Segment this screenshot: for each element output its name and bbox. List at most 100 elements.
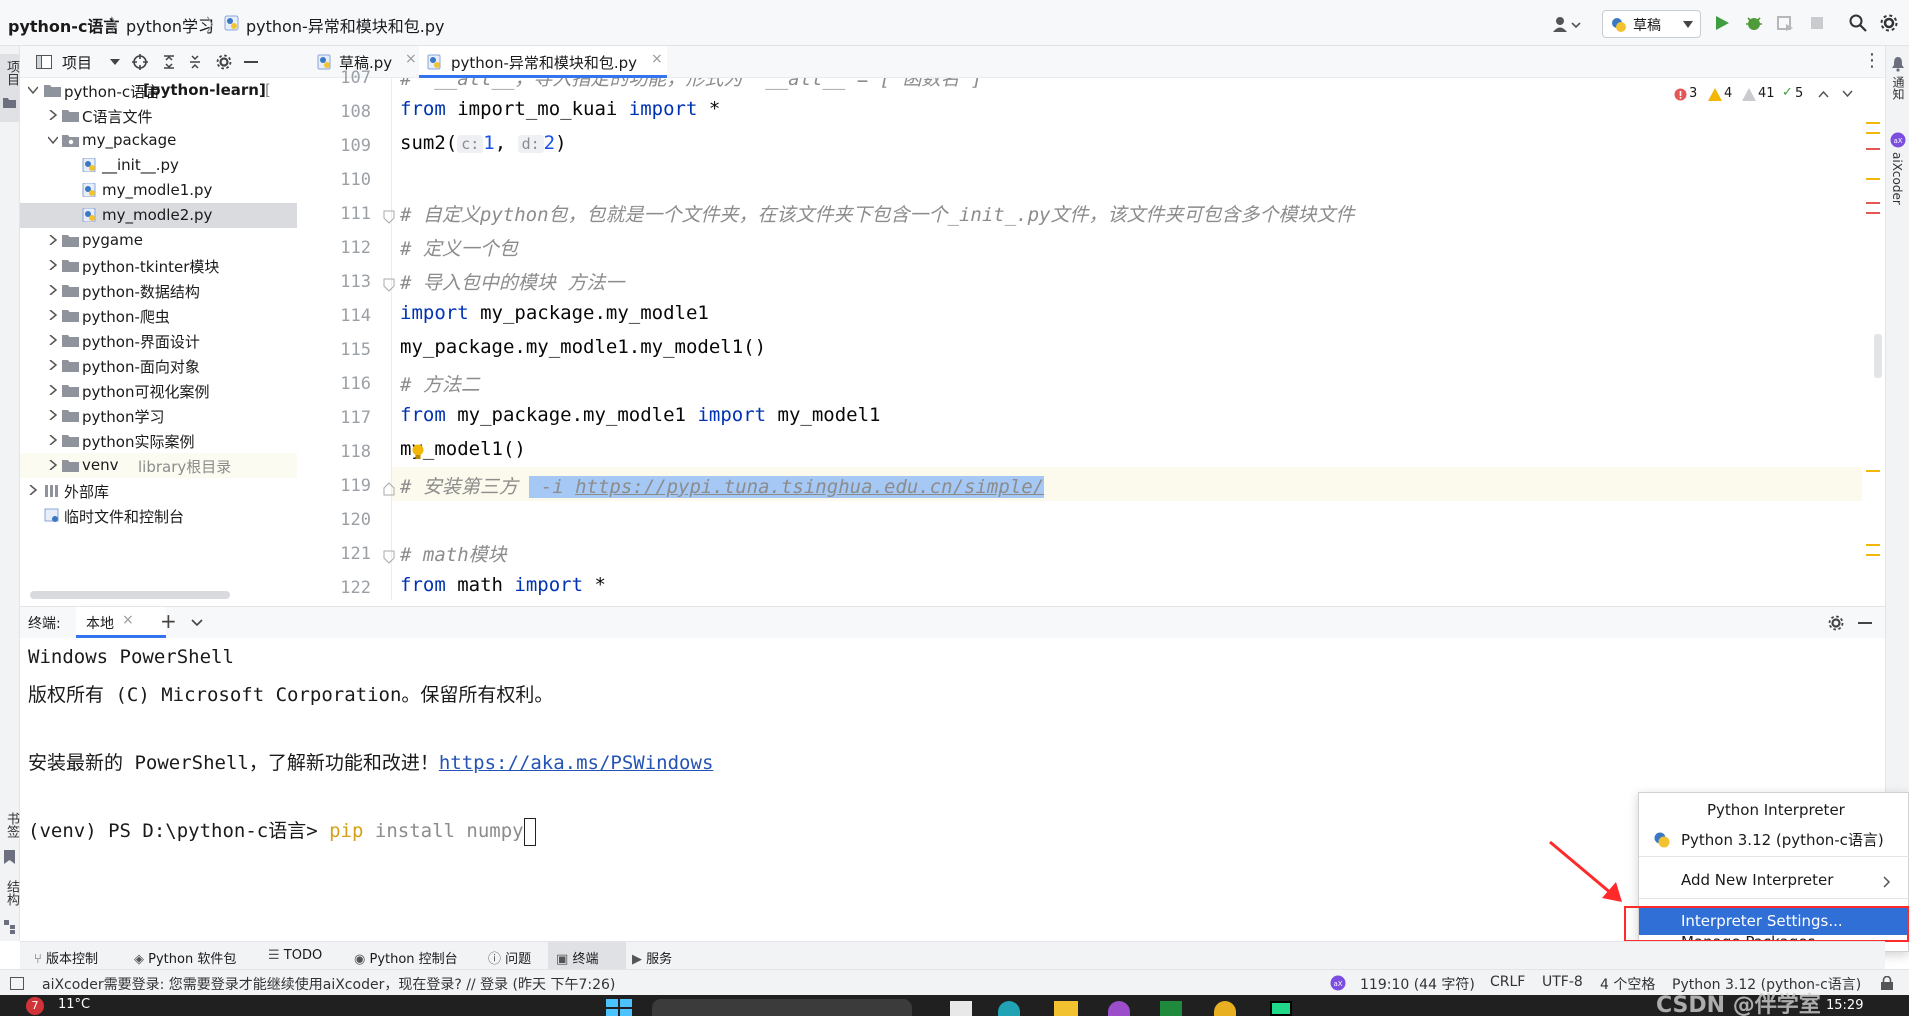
- tree-item-folder[interactable]: python-数据结构: [20, 278, 297, 303]
- tool-python-packages[interactable]: ◈ Python 软件包: [134, 948, 236, 967]
- tool-todo[interactable]: ☰ TODO: [268, 948, 322, 963]
- gear-icon[interactable]: [1828, 615, 1844, 631]
- folder-icon: [44, 85, 61, 97]
- stop-icon[interactable]: [1810, 16, 1824, 30]
- tool-problems[interactable]: ⓘ 问题: [488, 948, 531, 967]
- interpreter-item-current[interactable]: Python 3.12 (python-c语言): [1639, 823, 1909, 855]
- tool-version-control[interactable]: ⑂ 版本控制: [34, 948, 98, 967]
- horizontal-scrollbar[interactable]: [30, 591, 230, 599]
- line-number: 107: [340, 68, 371, 88]
- clock: 15:29: [1826, 998, 1864, 1013]
- tree-item-external-libraries[interactable]: 外部库: [20, 478, 297, 503]
- error-stripe[interactable]: [1862, 78, 1885, 600]
- more-tabs-icon[interactable]: ⋮: [1863, 50, 1881, 71]
- structure-icon: [4, 920, 15, 934]
- aixcoder-icon[interactable]: aX: [1330, 975, 1346, 991]
- chevron-down-icon[interactable]: [1842, 90, 1853, 98]
- close-icon[interactable]: ×: [651, 51, 663, 67]
- code-line: import my_package.my_modle1: [400, 302, 709, 324]
- taskbar-app-icon[interactable]: [950, 1001, 972, 1016]
- taskbar-pycharm-icon[interactable]: [1270, 1001, 1292, 1016]
- gear-icon[interactable]: [216, 54, 232, 70]
- account-icon[interactable]: [1552, 15, 1582, 33]
- tree-item-folder[interactable]: python-tkinter模块: [20, 253, 297, 278]
- line-number: 113: [340, 272, 371, 292]
- close-icon[interactable]: ×: [122, 612, 134, 628]
- breadcrumb-file[interactable]: python-异常和模块和包.py: [246, 13, 444, 37]
- taskbar-folder-icon[interactable]: [1054, 1001, 1078, 1016]
- run-icon[interactable]: [1714, 15, 1730, 31]
- taskbar-search-box[interactable]: [652, 999, 912, 1016]
- locate-icon[interactable]: [132, 54, 148, 70]
- minimize-icon[interactable]: [1858, 622, 1872, 624]
- weather-badge[interactable]: 7: [26, 997, 44, 1015]
- panel-toggle-icon[interactable]: [10, 977, 24, 990]
- tree-item-file[interactable]: my_modle1.py: [20, 178, 297, 203]
- tree-item-folder[interactable]: pygame: [20, 228, 297, 253]
- tree-item-folder[interactable]: python可视化案例: [20, 378, 297, 403]
- debug-icon[interactable]: [1745, 14, 1763, 32]
- project-stripe-button[interactable]: 项目: [0, 54, 19, 122]
- vertical-scrollbar[interactable]: [1874, 334, 1882, 378]
- chevron-up-icon[interactable]: [1818, 90, 1829, 98]
- add-terminal-icon[interactable]: +: [160, 609, 177, 633]
- status-message[interactable]: aiXcoder需要登录: 您需要登录才能继续使用aiXcoder，现在登录? …: [42, 974, 615, 994]
- tree-item-folder[interactable]: python-界面设计: [20, 328, 297, 353]
- tool-services[interactable]: ▶ 服务: [632, 948, 672, 967]
- run-configuration-selector[interactable]: 草稿: [1602, 10, 1701, 38]
- tab-current-file[interactable]: python-异常和模块和包.py ×: [419, 46, 667, 78]
- chevron-down-icon[interactable]: [191, 619, 203, 627]
- python-file-icon: [427, 54, 441, 70]
- python-file-icon: [224, 15, 239, 31]
- error-marker: [1866, 148, 1880, 150]
- tree-item-folder[interactable]: python-爬虫: [20, 303, 297, 328]
- code-line: # 导入包中的模块 方法一: [400, 272, 625, 294]
- inspection-widget[interactable]: 3 4 41 ✓ 5: [1674, 84, 1862, 106]
- tree-item-file-selected[interactable]: my_modle2.py: [20, 203, 297, 228]
- taskbar-app-icon[interactable]: [1108, 1001, 1130, 1016]
- file-encoding[interactable]: UTF-8: [1542, 974, 1583, 990]
- bookmarks-stripe-button[interactable]: 书签: [0, 806, 19, 874]
- code-editor[interactable]: # __all__，导入指定的功能，形式为 __all__ = ['函数名'] …: [392, 78, 1862, 600]
- taskbar-app-icon[interactable]: [998, 1001, 1020, 1016]
- tree-item-file[interactable]: __init__.py: [20, 153, 297, 178]
- breadcrumb-project[interactable]: python-c语言: [8, 13, 119, 37]
- lightbulb-icon[interactable]: [411, 443, 425, 461]
- tool-python-console[interactable]: ◉ Python 控制台: [354, 948, 458, 967]
- python-file-icon: [82, 183, 96, 197]
- tree-item-folder[interactable]: python实际案例: [20, 428, 297, 453]
- aixcoder-stripe-button[interactable]: aX aiXcoder: [1888, 130, 1908, 250]
- add-interpreter-item[interactable]: Add New Interpreter: [1639, 865, 1909, 897]
- start-icon[interactable]: [606, 999, 632, 1016]
- tree-item-folder[interactable]: C语言文件: [20, 103, 297, 128]
- close-icon[interactable]: ×: [405, 51, 417, 67]
- tree-item-package[interactable]: my_package: [20, 128, 297, 153]
- tree-item-scratches[interactable]: 临时文件和控制台: [20, 503, 297, 528]
- structure-stripe-button[interactable]: 结构: [0, 876, 19, 946]
- minimize-icon[interactable]: [244, 61, 258, 63]
- taskbar-app-icon[interactable]: [1160, 1001, 1182, 1016]
- gear-icon[interactable]: [1880, 14, 1898, 32]
- tree-item-folder[interactable]: python-面向对象: [20, 353, 297, 378]
- notifications-stripe-button[interactable]: 通知: [1888, 54, 1908, 110]
- cursor-position[interactable]: 119:10 (44 字符): [1360, 974, 1475, 994]
- indent-setting[interactable]: 4 个空格: [1600, 974, 1655, 994]
- breadcrumb-folder[interactable]: python学习: [126, 13, 214, 37]
- code-line: # 方法二: [400, 374, 480, 396]
- coverage-icon[interactable]: [1776, 15, 1794, 31]
- project-panel-title[interactable]: 项目: [62, 52, 92, 73]
- tree-item-root[interactable]: python-c语言 [python-learn] [: [20, 78, 297, 103]
- chevron-down-icon[interactable]: [110, 59, 120, 66]
- line-separator[interactable]: CRLF: [1490, 974, 1525, 990]
- collapse-all-icon[interactable]: [188, 54, 202, 70]
- terminal-link[interactable]: https://aka.ms/PSWindows: [439, 752, 714, 774]
- tree-item-folder[interactable]: python学习: [20, 403, 297, 428]
- tree-item-folder-venv[interactable]: venv library根目录: [20, 453, 297, 478]
- search-icon[interactable]: [1849, 14, 1867, 32]
- lock-icon[interactable]: [1880, 976, 1894, 990]
- warning-marker: [1866, 544, 1880, 546]
- terminal-tab-local[interactable]: 本地 ×: [76, 607, 166, 638]
- expand-all-icon[interactable]: [162, 54, 176, 70]
- taskbar-app-icon[interactable]: [1214, 1001, 1236, 1016]
- tool-terminal[interactable]: ▣ 终端: [548, 942, 626, 969]
